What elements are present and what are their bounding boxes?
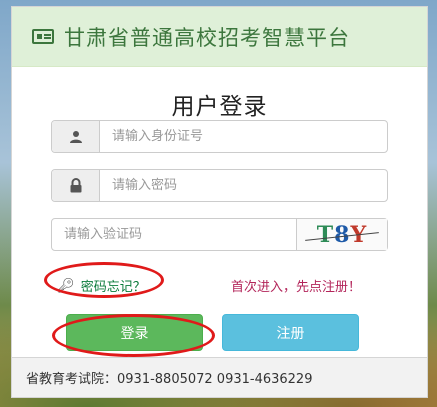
captcha-input[interactable] [52, 219, 296, 250]
login-title: 用户登录 [171, 94, 268, 120]
site-title: 甘肃省普通高校招考智慧平台 [64, 25, 350, 50]
id-number-input[interactable] [100, 121, 387, 152]
password-field [51, 169, 388, 202]
user-icon [52, 121, 100, 152]
forgot-password-link[interactable]: 🔑︎ 密码忘记？ [57, 276, 146, 296]
id-card-icon [32, 29, 54, 44]
captcha-image[interactable]: T 8 Y [296, 219, 387, 250]
first-time-hint: 首次进入，先点注册！ [231, 280, 362, 295]
key-icon: 🔑︎ [57, 277, 75, 294]
password-input[interactable] [100, 170, 387, 201]
login-button[interactable]: 登录 [66, 314, 203, 351]
header-bar: 甘肃省普通高校招考智慧平台 [12, 7, 427, 67]
captcha-field: T 8 Y [51, 218, 388, 251]
register-button[interactable]: 注册 [222, 314, 359, 351]
contact-footer: 省教育考试院：0931-8805072 0931-4636229 [11, 358, 428, 398]
id-number-field [51, 120, 388, 153]
forgot-password-label: 密码忘记？ [80, 280, 146, 295]
lock-icon [52, 170, 100, 201]
captcha-char: T [316, 221, 335, 248]
